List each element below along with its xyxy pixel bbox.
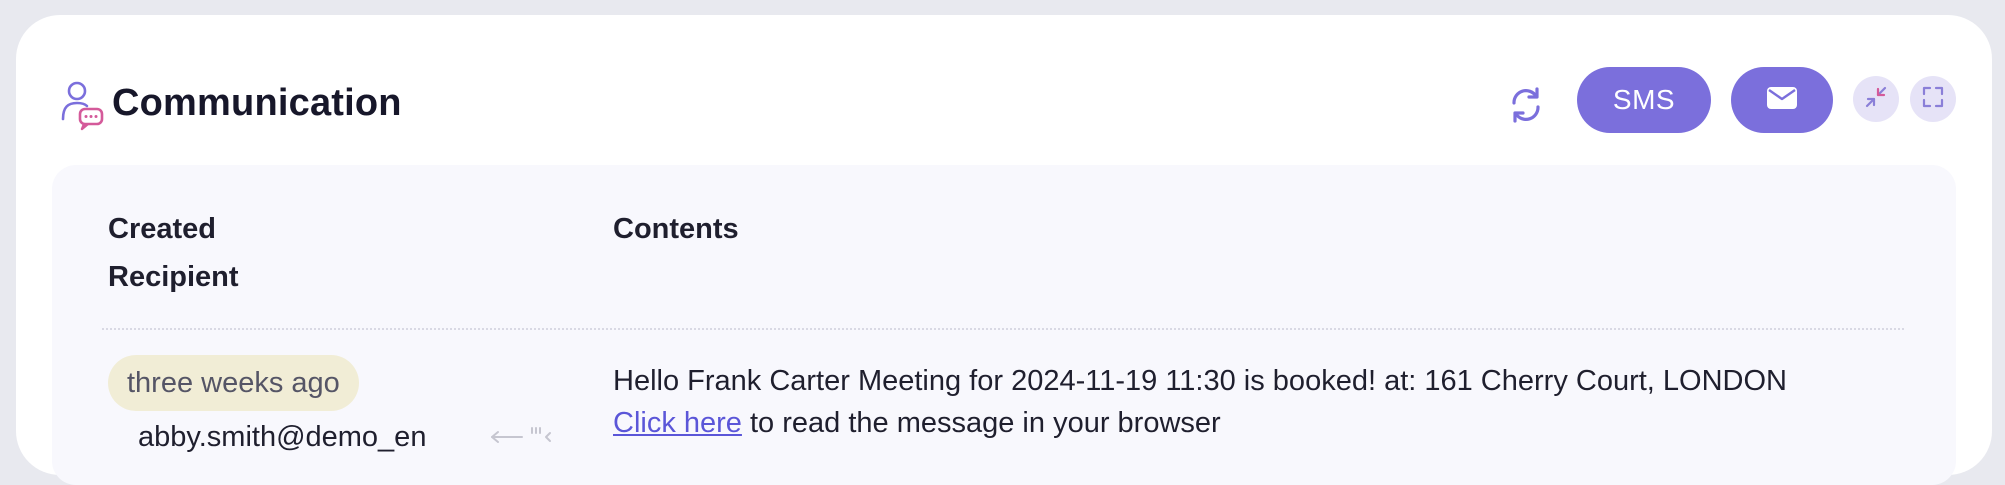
open-in-browser-link[interactable]: Click here <box>613 407 742 439</box>
sms-button[interactable]: SMS <box>1577 67 1711 133</box>
user-chat-icon <box>54 77 110 133</box>
expand-button[interactable] <box>1910 76 1956 122</box>
message-link-suffix: to read the message in your browser <box>741 407 1221 439</box>
messages-table: Created Recipient Contents three weeks a… <box>52 165 1956 485</box>
communication-card: Communication SMS Created Recipient Cont… <box>16 15 1992 485</box>
created-time-badge: three weeks ago <box>108 355 359 411</box>
column-header-created[interactable]: Created <box>108 209 216 249</box>
outgoing-arrow-icon <box>482 423 552 452</box>
header-divider <box>102 328 1904 330</box>
collapse-icon <box>1863 84 1889 115</box>
expand-icon <box>1920 84 1946 115</box>
email-button[interactable] <box>1731 67 1833 133</box>
refresh-button[interactable] <box>1494 75 1558 139</box>
message-text: Hello Frank Carter Meeting for 2024-11-1… <box>613 365 1787 397</box>
page-title: Communication <box>112 82 402 124</box>
envelope-icon <box>1766 86 1798 115</box>
column-header-contents[interactable]: Contents <box>613 209 739 249</box>
refresh-icon <box>1506 85 1546 130</box>
card-header: Communication SMS <box>16 15 1992 165</box>
column-header-recipient[interactable]: Recipient <box>108 257 239 297</box>
collapse-button[interactable] <box>1853 76 1899 122</box>
recipient-email: abby.smith@demo_en <box>138 421 427 453</box>
message-link-line: Click here to read the message in your b… <box>613 403 1221 443</box>
